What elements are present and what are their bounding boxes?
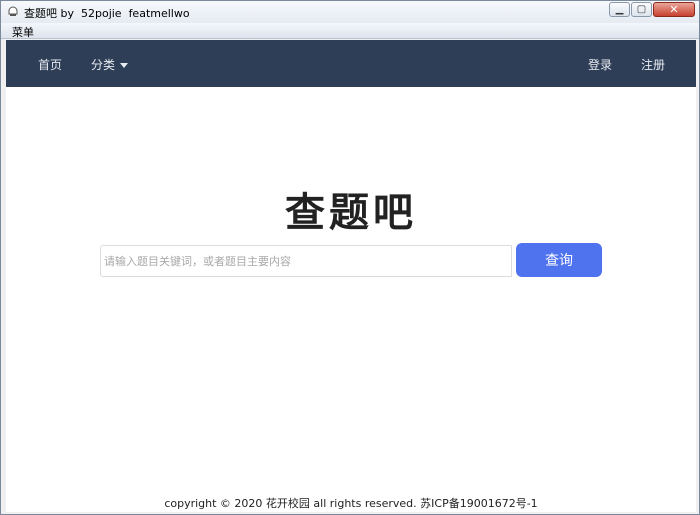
- caret-down-icon: [120, 63, 129, 68]
- maximize-button[interactable]: ▢: [631, 2, 652, 17]
- nav-register-link[interactable]: 注册: [641, 56, 665, 73]
- window-titlebar[interactable]: 查题吧 by 52pojie featmellwo ▁ ▢ ✕: [1, 1, 699, 23]
- maximize-icon: ▢: [636, 4, 647, 15]
- menu-item-menu[interactable]: 菜单: [12, 24, 34, 40]
- minimize-icon: ▁: [615, 4, 624, 15]
- window-title: 查题吧 by 52pojie featmellwo: [24, 7, 190, 20]
- search-button[interactable]: 查询: [516, 243, 602, 277]
- app-window: 查题吧 by 52pojie featmellwo ▁ ▢ ✕ 菜单 首页 分类…: [0, 0, 700, 515]
- nav-login-link[interactable]: 登录: [588, 56, 612, 73]
- menubar: 菜单: [1, 23, 699, 39]
- window-controls: ▁ ▢ ✕: [608, 2, 695, 17]
- close-icon: ✕: [669, 3, 679, 16]
- web-content: 首页 分类 登录 注册 查题吧 查询 copyright © 2020 花开校园…: [6, 40, 696, 512]
- footer-copyright: copyright © 2020 花开校园 all rights reserve…: [164, 497, 538, 510]
- search-input[interactable]: [100, 245, 512, 277]
- nav-category-dropdown[interactable]: 分类: [91, 56, 129, 73]
- app-icon: [8, 6, 18, 16]
- minimize-button[interactable]: ▁: [609, 2, 630, 17]
- nav-category-label: 分类: [91, 58, 116, 72]
- close-button[interactable]: ✕: [653, 2, 695, 17]
- top-navbar: 首页 分类 登录 注册: [6, 40, 696, 87]
- site-logo-title: 查题吧: [285, 189, 417, 236]
- nav-home-link[interactable]: 首页: [38, 56, 62, 73]
